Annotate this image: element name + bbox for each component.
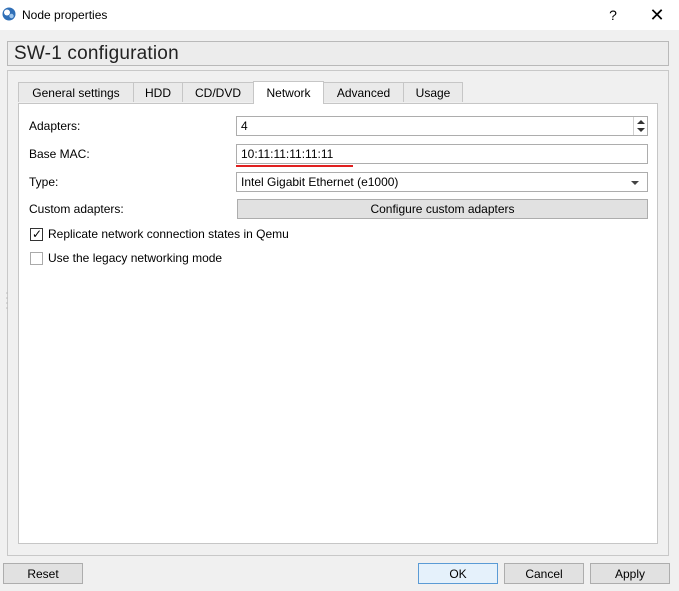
tab-advanced[interactable]: Advanced bbox=[323, 82, 404, 102]
chevron-down-icon[interactable] bbox=[631, 181, 639, 185]
base-mac-value: 10:11:11:11:11:11 bbox=[241, 147, 334, 161]
type-value: Intel Gigabit Ethernet (e1000) bbox=[241, 175, 399, 189]
tab-general-settings[interactable]: General settings bbox=[18, 82, 134, 102]
resize-grip-icon bbox=[6, 292, 8, 309]
node-properties-dialog: Node properties ? ✕ SW-1 configuration G… bbox=[0, 0, 679, 591]
replicate-checkbox[interactable]: ✓ bbox=[30, 227, 43, 241]
custom-adapters-label: Custom adapters: bbox=[29, 202, 124, 216]
tab-cd-dvd[interactable]: CD/DVD bbox=[182, 82, 254, 102]
close-icon[interactable]: ✕ bbox=[637, 2, 677, 28]
ok-button[interactable]: OK bbox=[418, 563, 498, 584]
configure-custom-adapters-button[interactable]: Configure custom adapters bbox=[237, 199, 648, 219]
app-icon bbox=[2, 7, 16, 21]
spin-buttons[interactable] bbox=[633, 117, 647, 135]
reset-button[interactable]: Reset bbox=[3, 563, 83, 584]
base-mac-field[interactable]: 10:11:11:11:11:11 bbox=[236, 144, 648, 164]
replicate-label[interactable]: Replicate network connection states in Q… bbox=[48, 227, 289, 241]
checkmark-icon: ✓ bbox=[32, 227, 43, 241]
title-bar: Node properties ? ✕ bbox=[0, 0, 679, 30]
adapters-value: 4 bbox=[241, 119, 248, 133]
network-tab-page bbox=[18, 103, 658, 544]
legacy-networking-label[interactable]: Use the legacy networking mode bbox=[48, 251, 222, 265]
tab-hdd[interactable]: HDD bbox=[133, 82, 183, 102]
tab-usage[interactable]: Usage bbox=[403, 82, 463, 102]
adapters-label: Adapters: bbox=[29, 119, 81, 133]
page-title: SW-1 configuration bbox=[14, 43, 179, 64]
help-button[interactable]: ? bbox=[593, 2, 633, 28]
annotation-underline bbox=[236, 165, 353, 167]
type-label: Type: bbox=[29, 175, 59, 189]
cancel-button[interactable]: Cancel bbox=[504, 563, 584, 584]
legacy-networking-checkbox[interactable] bbox=[30, 252, 43, 265]
window-title: Node properties bbox=[22, 8, 108, 22]
spin-down-icon[interactable] bbox=[637, 128, 645, 132]
spin-up-icon[interactable] bbox=[637, 120, 645, 124]
adapters-spinbox[interactable]: 4 bbox=[236, 116, 648, 136]
tab-network[interactable]: Network bbox=[253, 81, 324, 104]
base-mac-label: Base MAC: bbox=[29, 147, 90, 161]
type-combobox[interactable]: Intel Gigabit Ethernet (e1000) bbox=[236, 172, 648, 192]
apply-button[interactable]: Apply bbox=[590, 563, 670, 584]
configuration-header: SW-1 configuration bbox=[7, 41, 669, 66]
